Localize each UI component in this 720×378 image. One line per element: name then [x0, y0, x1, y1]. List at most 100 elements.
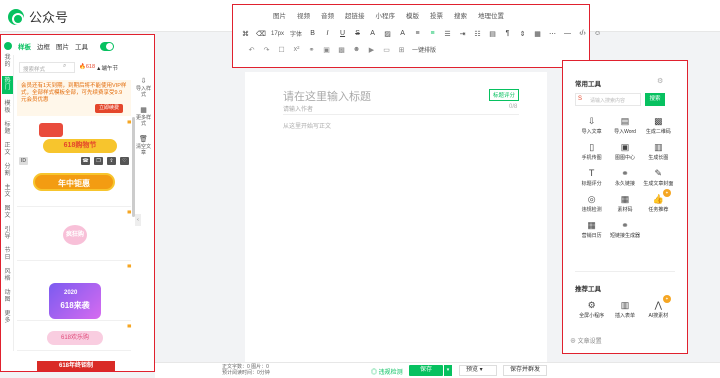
- insert-hyperlink[interactable]: 超链接: [345, 10, 365, 20]
- promo-dragon-boat[interactable]: ▲端午节: [96, 64, 118, 72]
- image-icon[interactable]: ▣: [322, 46, 331, 54]
- tool-mini-program[interactable]: ⚙ 全屏小程序: [575, 299, 608, 319]
- copy-icon[interactable]: ❐: [94, 157, 103, 165]
- insert-image[interactable]: 图片: [273, 10, 286, 20]
- save-and-publish-button[interactable]: 保存并群发: [503, 365, 547, 376]
- violation-check-button[interactable]: ◎ 违规检测: [371, 367, 403, 376]
- layout-icon[interactable]: ⊞: [397, 46, 406, 54]
- template-item[interactable]: ▀ 2020 618来袭: [17, 263, 131, 321]
- checkbox-icon[interactable]: ☐: [277, 46, 286, 54]
- tool-insert-form[interactable]: ▥ 插入表单: [608, 299, 641, 319]
- category-style[interactable]: 风格: [2, 269, 13, 283]
- tool-violation-check[interactable]: ◎ 违规检测: [575, 193, 608, 213]
- tool-title-score[interactable]: T 标题评分: [575, 167, 608, 187]
- phone-icon[interactable]: ☎: [81, 157, 90, 165]
- tool-import-article[interactable]: ⇩ 导入文章: [575, 115, 608, 135]
- tool-qrcode[interactable]: ▩ 生成二维码: [642, 115, 675, 135]
- tool-phone-upload[interactable]: ▯ 手机传图: [575, 141, 608, 161]
- tools-search-button[interactable]: 搜索: [645, 93, 665, 106]
- undo-icon[interactable]: ↶: [247, 46, 256, 54]
- style-search-input[interactable]: 搜索样式: [19, 62, 75, 73]
- tool-ai-search[interactable]: ⋀ ✦ AI搜素材: [642, 295, 675, 319]
- author-input[interactable]: 请输入作者: [283, 104, 313, 113]
- sticker-icon[interactable]: ☻: [352, 46, 361, 53]
- tool-permanent-link[interactable]: ⚭ 永久链接: [608, 167, 641, 187]
- category-divider[interactable]: 分割: [2, 164, 13, 178]
- insert-search[interactable]: 搜索: [454, 10, 467, 20]
- title-score-badge[interactable]: 标题评分: [489, 89, 520, 101]
- tab-template[interactable]: 样板: [18, 41, 31, 51]
- spacing-icon[interactable]: ⇕: [518, 30, 527, 38]
- share-icon[interactable]: ⇪: [107, 157, 116, 165]
- renew-button[interactable]: 立即续费: [94, 104, 123, 113]
- ordered-list-icon[interactable]: ▤: [488, 30, 497, 38]
- gear-icon[interactable]: ⚙: [657, 77, 663, 85]
- insert-video[interactable]: 视频: [297, 10, 310, 20]
- video-icon[interactable]: ▶: [367, 46, 376, 54]
- bold-icon[interactable]: B: [308, 30, 317, 37]
- category-animation[interactable]: 动图: [2, 290, 13, 304]
- category-mine[interactable]: 我的: [2, 55, 13, 69]
- search-icon[interactable]: ⌕: [63, 63, 66, 70]
- article-settings-button[interactable]: ⊕ 文章设置: [570, 336, 602, 345]
- template-item[interactable]: ▀ 618欢乐购: [17, 323, 131, 351]
- template-item[interactable]: 618年终钜制: [17, 353, 131, 371]
- line-height-icon[interactable]: ☰: [443, 30, 452, 38]
- preview-button[interactable]: 预览 ▾: [459, 365, 497, 376]
- save-button[interactable]: 保存: [409, 365, 443, 376]
- font-family-select[interactable]: 字体: [290, 29, 302, 38]
- toggle-switch[interactable]: [100, 41, 114, 51]
- category-hot[interactable]: 热门: [2, 76, 13, 94]
- gallery-icon[interactable]: ▩: [337, 46, 346, 54]
- category-festival[interactable]: 节日: [2, 248, 13, 262]
- save-dropdown-icon[interactable]: ▾: [444, 365, 452, 376]
- tool-task[interactable]: 👍 ✦ 任务推荐: [642, 189, 675, 213]
- superscript-icon[interactable]: x²: [292, 46, 301, 53]
- more-styles-button[interactable]: ▦ 更多样式: [135, 107, 152, 127]
- insert-mini-program[interactable]: 小程序: [376, 10, 396, 20]
- tool-long-image[interactable]: ▥ 生成长图: [642, 141, 675, 161]
- favorite-icon[interactable]: ♡: [120, 157, 129, 165]
- format-painter-icon[interactable]: ⌘: [241, 30, 250, 38]
- tool-material-code[interactable]: ▦ 素材码: [608, 193, 641, 213]
- title-input[interactable]: 请在这里输入标题: [283, 88, 371, 104]
- tool-cover[interactable]: ✎ 生成文章封面: [642, 167, 675, 187]
- code-icon[interactable]: ‹/›: [578, 30, 587, 37]
- category-image-text[interactable]: 图文: [2, 206, 13, 220]
- font-size-select[interactable]: 17px: [271, 31, 284, 37]
- tab-image[interactable]: 图片: [56, 41, 69, 51]
- underline-icon[interactable]: U: [338, 30, 347, 37]
- link-icon[interactable]: ⚭: [307, 46, 316, 54]
- category-main[interactable]: 主文: [2, 185, 13, 199]
- import-style-button[interactable]: ⇩ 导入样式: [135, 78, 152, 98]
- collapse-panel-button[interactable]: ‹: [135, 214, 141, 226]
- indent-icon[interactable]: ⇥: [458, 30, 467, 38]
- eraser-icon[interactable]: ⌫: [256, 30, 266, 38]
- tab-tools[interactable]: 工具: [75, 41, 88, 51]
- insert-vote[interactable]: 投票: [430, 10, 443, 20]
- clear-article-button[interactable]: 🗑 清空文章: [135, 136, 152, 156]
- insert-template[interactable]: 模版: [406, 10, 419, 20]
- strikethrough-icon[interactable]: S: [353, 30, 362, 37]
- category-body[interactable]: 正文: [2, 143, 13, 157]
- redo-icon[interactable]: ↷: [262, 46, 271, 54]
- tab-border[interactable]: 边框: [37, 41, 50, 51]
- divider-icon[interactable]: —: [563, 30, 572, 37]
- paragraph-icon[interactable]: ¶: [503, 30, 512, 37]
- emoji-icon[interactable]: ☺: [593, 30, 602, 37]
- template-item[interactable]: ▀ 疯狂购: [17, 209, 131, 261]
- tool-short-link[interactable]: ⚭ 短链接生成器: [608, 219, 641, 239]
- insert-location[interactable]: 地理位置: [478, 10, 504, 20]
- tool-import-word[interactable]: ▤ 导入Word: [608, 115, 641, 135]
- app-logo[interactable]: 公众号: [8, 7, 68, 26]
- clipboard-icon[interactable]: ▭: [382, 46, 391, 54]
- align-left-icon[interactable]: ≡: [413, 30, 422, 37]
- font-color-icon[interactable]: A: [368, 30, 377, 37]
- align-center-icon[interactable]: ≡: [428, 30, 437, 37]
- body-editor[interactable]: 从这里开始写正文: [283, 121, 331, 130]
- category-title[interactable]: 标题: [2, 122, 13, 136]
- promo-618[interactable]: 🔥618: [79, 64, 95, 70]
- font-size-icon[interactable]: A: [398, 30, 407, 37]
- italic-icon[interactable]: I: [323, 30, 332, 37]
- list-icon[interactable]: ☷: [473, 30, 482, 38]
